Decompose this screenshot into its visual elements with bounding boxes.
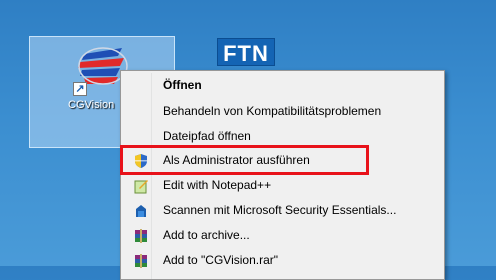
- menu-item-label: Add to "CGVision.rar": [163, 253, 279, 267]
- desktop-icon-ftn[interactable]: FTN: [217, 38, 275, 66]
- menu-item-open[interactable]: Öffnen: [123, 75, 442, 97]
- menu-item-label: Scannen mit Microsoft Security Essential…: [163, 203, 397, 217]
- menu-item-scan-mse[interactable]: Scannen mit Microsoft Security Essential…: [123, 200, 442, 222]
- menu-item-add-to-archive[interactable]: Add to archive...: [123, 225, 442, 247]
- notepad-plus-plus-icon: [134, 180, 148, 194]
- context-menu: Öffnen Behandeln von Kompatibilitätsprob…: [120, 70, 445, 280]
- menu-item-label: Dateipfad öffnen: [163, 129, 251, 143]
- menu-item-add-to-rar[interactable]: Add to "CGVision.rar": [123, 250, 442, 272]
- desktop: ↗ CGVision FTN Öffnen Behandeln von Komp…: [0, 0, 496, 280]
- run-as-admin-highlight-box: [120, 145, 369, 175]
- desktop-icon-label-cgvision: CGVision: [68, 99, 115, 111]
- menu-item-edit-notepad[interactable]: Edit with Notepad++: [123, 175, 442, 197]
- ftn-logo-text: FTN: [223, 41, 269, 66]
- menu-item-label: Öffnen: [163, 78, 202, 92]
- winrar-icon: [135, 254, 147, 268]
- menu-item-label: Behandeln von Kompatibilitätsproblemen: [163, 104, 382, 118]
- menu-item-label: Edit with Notepad++: [163, 178, 272, 192]
- security-essentials-icon: [136, 205, 146, 217]
- menu-item-label: Add to archive...: [163, 228, 250, 242]
- shortcut-arrow-icon: ↗: [73, 82, 87, 96]
- menu-item-compatibility[interactable]: Behandeln von Kompatibilitätsproblemen: [123, 101, 442, 123]
- winrar-icon: [135, 229, 147, 243]
